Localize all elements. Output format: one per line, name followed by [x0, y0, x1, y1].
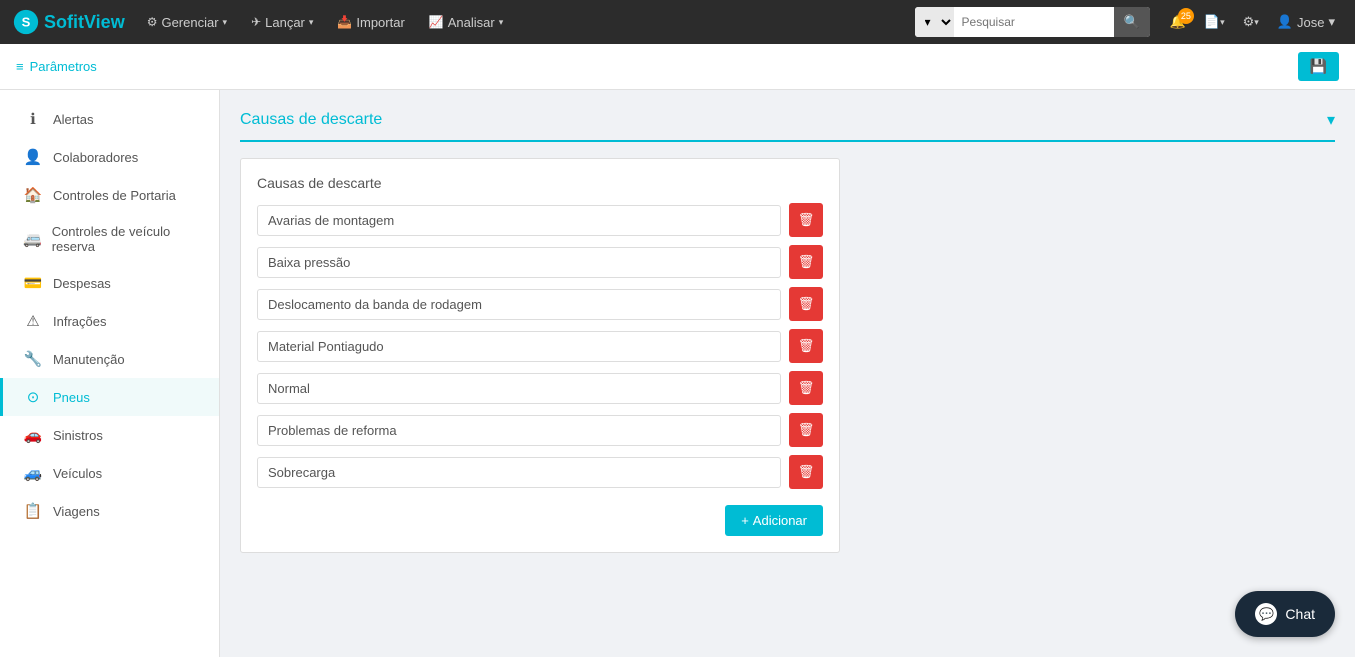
search-container: ▾ 🔍 [915, 7, 1150, 37]
delete-button-6[interactable]: 🗑 [789, 455, 823, 489]
sidebar-item-infracoes[interactable]: ⚠ Infrações [0, 302, 219, 340]
card-title: Causas de descarte [257, 175, 823, 191]
navbar: S SofitView ⚙ Gerenciar ▾ ✈ Lançar ▾ 📥 I… [0, 0, 1355, 44]
sidebar-item-controles-veiculo[interactable]: 🚐 Controles de veículo reserva [0, 214, 219, 264]
accident-icon: 🚗 [23, 426, 43, 444]
item-input-4[interactable] [257, 373, 781, 404]
items-container: 🗑 🗑 🗑 🗑 🗑 🗑 🗑 [257, 203, 823, 489]
wrench-icon: 🔧 [23, 350, 43, 368]
item-row: 🗑 [257, 413, 823, 447]
search-button[interactable]: 🔍 [1114, 7, 1150, 37]
gate-icon: 🏠 [23, 186, 43, 204]
item-row: 🗑 [257, 245, 823, 279]
infraction-icon: ⚠ [23, 312, 43, 330]
item-row: 🗑 [257, 329, 823, 363]
brand: S SofitView [12, 8, 125, 36]
chevron-down-icon: ▾ [223, 17, 228, 28]
info-icon: ℹ [23, 110, 43, 128]
section-collapse-icon[interactable]: ▾ [1327, 110, 1335, 130]
sidebar: ℹ Alertas 👤 Colaboradores 🏠 Controles de… [0, 90, 220, 657]
user-menu[interactable]: 👤 Jose ▾ [1269, 14, 1343, 30]
brand-logo-icon: S [12, 8, 40, 36]
sidebar-item-pneus[interactable]: ⊙ Pneus [0, 378, 219, 416]
item-row: 🗑 [257, 287, 823, 321]
chevron-down-icon: ▾ [499, 17, 504, 28]
documents-button[interactable]: 📄 ▾ [1198, 10, 1231, 34]
brand-name: SofitView [44, 12, 125, 33]
chevron-down-icon: ▾ [309, 17, 314, 28]
sidebar-item-alertas[interactable]: ℹ Alertas [0, 100, 219, 138]
delete-button-2[interactable]: 🗑 [789, 287, 823, 321]
item-input-6[interactable] [257, 457, 781, 488]
item-row: 🗑 [257, 455, 823, 489]
delete-button-4[interactable]: 🗑 [789, 371, 823, 405]
delete-button-1[interactable]: 🗑 [789, 245, 823, 279]
car-reserve-icon: 🚐 [23, 230, 42, 248]
section-header: Causas de descarte ▾ [240, 110, 1335, 142]
delete-button-5[interactable]: 🗑 [789, 413, 823, 447]
section-title: Causas de descarte [240, 111, 382, 129]
trips-icon: 📋 [23, 502, 43, 520]
item-input-0[interactable] [257, 205, 781, 236]
item-input-3[interactable] [257, 331, 781, 362]
chat-button[interactable]: 💬 Chat [1235, 591, 1335, 637]
search-input[interactable] [954, 7, 1114, 37]
sidebar-item-colaboradores[interactable]: 👤 Colaboradores [0, 138, 219, 176]
item-input-1[interactable] [257, 247, 781, 278]
sidebar-item-veiculos[interactable]: 🚙 Veículos [0, 454, 219, 492]
search-category-select[interactable]: ▾ [915, 7, 954, 37]
params-breadcrumb[interactable]: ≡ Parâmetros [16, 59, 97, 74]
nav-icons: 🔔 25 📄 ▾ ⚙ ▾ [1164, 10, 1265, 34]
item-row: 🗑 [257, 371, 823, 405]
settings-button[interactable]: ⚙ ▾ [1237, 10, 1265, 34]
vehicle-icon: 🚙 [23, 464, 43, 482]
delete-button-3[interactable]: 🗑 [789, 329, 823, 363]
menu-icon: ≡ [16, 59, 24, 74]
item-input-5[interactable] [257, 415, 781, 446]
tire-icon: ⊙ [23, 388, 43, 406]
save-button[interactable]: 💾 [1298, 52, 1339, 81]
nav-analisar[interactable]: 📈 Analisar ▾ [419, 0, 513, 44]
params-bar: ≡ Parâmetros 💾 [0, 44, 1355, 90]
delete-button-0[interactable]: 🗑 [789, 203, 823, 237]
sidebar-item-despesas[interactable]: 💳 Despesas [0, 264, 219, 302]
notifications-button[interactable]: 🔔 25 [1164, 10, 1192, 34]
plus-icon: + [741, 513, 749, 528]
nav-lancar[interactable]: ✈ Lançar ▾ [241, 0, 323, 44]
sidebar-item-manutencao[interactable]: 🔧 Manutenção [0, 340, 219, 378]
expense-icon: 💳 [23, 274, 43, 292]
sidebar-item-sinistros[interactable]: 🚗 Sinistros [0, 416, 219, 454]
user-icon: 👤 [23, 148, 43, 166]
chat-icon: 💬 [1255, 603, 1277, 625]
nav-gerenciar[interactable]: ⚙ Gerenciar ▾ [137, 0, 237, 44]
add-button[interactable]: + Adicionar [725, 505, 823, 536]
card-causas-descarte: Causas de descarte 🗑 🗑 🗑 🗑 🗑 🗑 🗑 [240, 158, 840, 553]
main-layout: ℹ Alertas 👤 Colaboradores 🏠 Controles de… [0, 90, 1355, 657]
chevron-down-icon: ▾ [1328, 14, 1335, 30]
nav-importar[interactable]: 📥 Importar [327, 0, 414, 44]
item-row: 🗑 [257, 203, 823, 237]
item-input-2[interactable] [257, 289, 781, 320]
main-content: Causas de descarte ▾ Causas de descarte … [220, 90, 1355, 657]
svg-text:S: S [22, 15, 31, 30]
sidebar-item-viagens[interactable]: 📋 Viagens [0, 492, 219, 530]
sidebar-item-controles-portaria[interactable]: 🏠 Controles de Portaria [0, 176, 219, 214]
notification-badge: 25 [1178, 8, 1194, 24]
